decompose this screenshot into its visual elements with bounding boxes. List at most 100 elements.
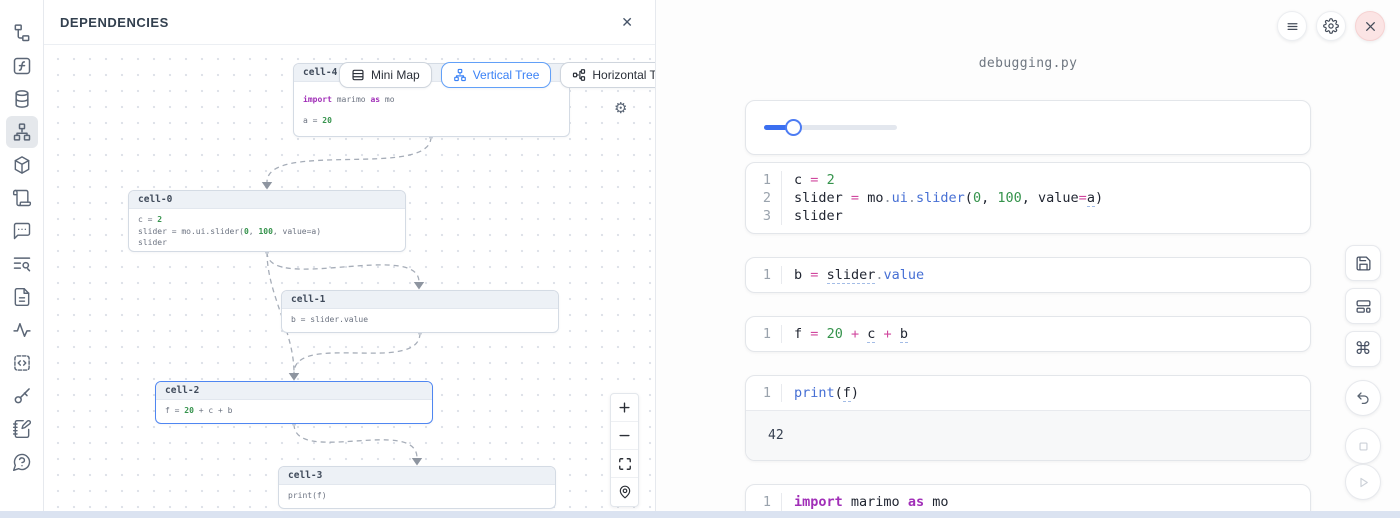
node-title: cell-0: [129, 191, 405, 209]
line-number: 1: [746, 266, 782, 284]
command-icon: ⌘: [1355, 339, 1372, 359]
node-title: cell-1: [282, 291, 558, 309]
notebook-filename: debugging.py: [656, 56, 1400, 71]
code-editor[interactable]: 1b = slider.value: [746, 258, 1310, 292]
node-title: cell-2: [156, 382, 432, 400]
sidebar-item-secrets[interactable]: [6, 380, 38, 412]
package-icon: [12, 155, 32, 175]
sidebar-item-documentation[interactable]: [6, 281, 38, 313]
keyboard-shortcuts-button[interactable]: ⌘: [1345, 331, 1381, 367]
node-code: f = 20 + c + b: [156, 400, 432, 422]
plus-icon: [617, 400, 632, 415]
sidebar-item-datasources[interactable]: [6, 83, 38, 115]
panel-title: DEPENDENCIES: [60, 15, 169, 30]
sidebar-item-help[interactable]: [6, 446, 38, 478]
slider-thumb[interactable]: [785, 119, 802, 136]
graph-view-toolbar: Mini Map Vertical Tree Horizontal Tree: [339, 62, 655, 88]
scroll-icon: [12, 188, 32, 208]
bottom-bar: [0, 511, 1400, 518]
sidebar-item-snippets[interactable]: [6, 347, 38, 379]
code-cell-card: 1f = 20 + c + b: [745, 316, 1311, 352]
code-cell-card: 1c = 22slider = mo.ui.slider(0, 100, val…: [745, 162, 1311, 234]
menu-icon: [1285, 19, 1300, 34]
sidebar-item-logs[interactable]: [6, 182, 38, 214]
sidebar-item-file-explorer[interactable]: [6, 17, 38, 49]
notebook-cells: 1c = 22slider = mo.ui.slider(0, 100, val…: [745, 100, 1311, 518]
slider-widget[interactable]: [764, 125, 897, 130]
stop-button[interactable]: [1345, 428, 1381, 464]
cell-output: 42: [746, 410, 1310, 460]
graph-node-cell-1[interactable]: cell-1b = slider.value: [281, 290, 559, 333]
sidebar-item-dependencies[interactable]: [6, 116, 38, 148]
sidebar-item-scratchpad[interactable]: [6, 413, 38, 445]
node-code: print(f): [279, 485, 555, 507]
sidebar-item-tracing[interactable]: [6, 314, 38, 346]
node-code: b = slider.value: [282, 309, 558, 331]
sidebar-rail: [0, 0, 44, 518]
stop-icon: [1356, 439, 1371, 454]
code-editor[interactable]: 1c = 22slider = mo.ui.slider(0, 100, val…: [746, 163, 1310, 233]
notebook-pen-icon: [12, 419, 32, 439]
dependency-graph-canvas[interactable]: Mini Map Vertical Tree Horizontal Tree ⚙ c…: [44, 45, 655, 511]
close-icon: [1364, 20, 1377, 33]
minus-icon: [617, 428, 632, 443]
activity-icon: [12, 320, 32, 340]
horizontal-tree-icon: [572, 68, 586, 82]
gear-icon: [1323, 18, 1339, 34]
text-search-icon: [12, 254, 32, 274]
line-number: 1: [746, 171, 782, 189]
shutdown-button[interactable]: [1355, 11, 1385, 41]
line-number: 1: [746, 325, 782, 343]
function-square-icon: [12, 56, 32, 76]
settings-button[interactable]: [1316, 11, 1346, 41]
notebook-area: debugging.py 1c = 22slider = mo.ui.slide…: [656, 0, 1400, 518]
code-square-icon: [12, 353, 32, 373]
zoom-in-button[interactable]: [611, 394, 638, 422]
node-title: cell-3: [279, 467, 555, 485]
zoom-out-button[interactable]: [611, 422, 638, 450]
sidebar-item-find[interactable]: [6, 248, 38, 280]
line-number: 3: [746, 207, 782, 225]
dependency-graph-icon: [12, 122, 32, 142]
sidebar-item-chat[interactable]: [6, 215, 38, 247]
view-button-vertical-tree[interactable]: Vertical Tree: [441, 62, 552, 88]
database-icon: [12, 89, 32, 109]
code-editor[interactable]: 1print(f): [746, 376, 1310, 410]
sidebar-item-packages[interactable]: [6, 149, 38, 181]
file-tree-icon: [12, 23, 32, 43]
graph-node-cell-0[interactable]: cell-0c = 2slider = mo.ui.slider(0, 100,…: [128, 190, 406, 252]
undo-icon: [1355, 390, 1371, 406]
save-button[interactable]: [1345, 245, 1381, 281]
view-button-mini-map[interactable]: Mini Map: [339, 62, 432, 88]
line-number: 1: [746, 384, 782, 402]
maximize-icon: [618, 457, 632, 471]
graph-zoom-controls: [610, 393, 639, 507]
map-pin-icon: [618, 485, 632, 499]
node-code: c = 2slider = mo.ui.slider(0, 100, value…: [129, 209, 405, 252]
layout-config-button[interactable]: [1345, 288, 1381, 324]
dependencies-header: DEPENDENCIES ✕: [44, 0, 655, 45]
lock-position-button[interactable]: [611, 478, 638, 506]
file-text-icon: [12, 287, 32, 307]
notebook-menu-button[interactable]: [1277, 11, 1307, 41]
layout-icon: [1355, 298, 1372, 315]
minimap-icon: [351, 68, 365, 82]
chat-icon: [12, 221, 32, 241]
node-code: import marimo as moa = 20: [294, 82, 569, 136]
graph-node-cell-3[interactable]: cell-3print(f): [278, 466, 556, 509]
view-button-horizontal-tree[interactable]: Horizontal Tree: [560, 62, 655, 88]
graph-settings-gear-icon[interactable]: ⚙: [614, 99, 627, 117]
output-card-slider: [745, 100, 1311, 155]
play-icon: [1356, 475, 1371, 490]
undo-button[interactable]: [1345, 380, 1381, 416]
fit-view-button[interactable]: [611, 450, 638, 478]
code-editor[interactable]: 1f = 20 + c + b: [746, 317, 1310, 351]
line-number: 1: [746, 493, 782, 511]
close-panel-icon[interactable]: ✕: [615, 12, 639, 33]
run-button[interactable]: [1345, 464, 1381, 500]
graph-node-cell-2[interactable]: cell-2f = 20 + c + b: [155, 381, 433, 424]
dependencies-panel: DEPENDENCIES ✕ Mini Map Vertical Tree Hori…: [44, 0, 656, 511]
help-bubble-icon: [12, 452, 32, 472]
sidebar-item-variables[interactable]: [6, 50, 38, 82]
code-cell-card: 1b = slider.value: [745, 257, 1311, 293]
